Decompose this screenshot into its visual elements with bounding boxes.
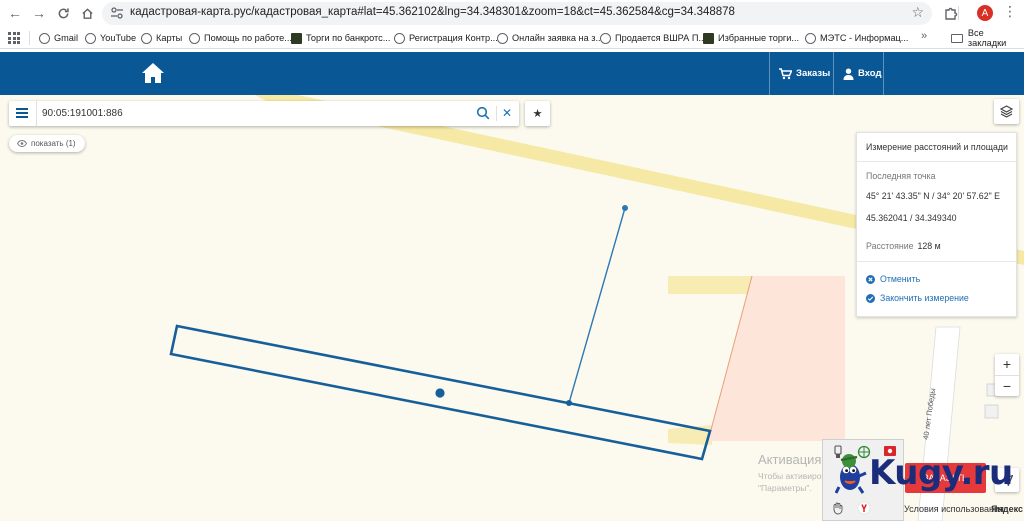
- bookmark-registration[interactable]: Регистрация Контр...: [394, 31, 498, 45]
- zoom-out-button[interactable]: −: [995, 375, 1019, 396]
- globe-icon: [805, 32, 816, 44]
- bookmark-help[interactable]: Помощь по работе...: [189, 31, 292, 45]
- globe-icon: [141, 32, 152, 44]
- bookmark-mets[interactable]: МЭТС - Информац...: [805, 31, 908, 45]
- header-divider: [883, 52, 884, 95]
- torgi-icon: [291, 32, 302, 44]
- bookmarks-divider: [29, 31, 30, 45]
- zoom-in-button[interactable]: +: [995, 354, 1019, 375]
- menu-icon[interactable]: [16, 108, 28, 118]
- measure-panel: Измерение расстояний и площади Последняя…: [856, 132, 1017, 317]
- bookmark-for-sale[interactable]: Продается ВШРА П...: [600, 31, 706, 45]
- site-header: Заказы Вход: [0, 52, 1024, 95]
- address-bar[interactable]: кадастровая-карта.рус/кадастровая_карта#…: [102, 2, 932, 25]
- cancel-measure-button[interactable]: Отменить: [866, 273, 920, 285]
- apps-grid-icon[interactable]: [8, 32, 20, 44]
- browser-menu-icon[interactable]: ⋮: [1003, 3, 1017, 20]
- distance-row: Расстояние 128 м: [866, 241, 941, 251]
- folder-icon: [951, 33, 963, 43]
- last-point-dms: 45° 21' 43.35" N / 34° 20' 57.62" E: [866, 191, 1001, 201]
- forward-icon[interactable]: →: [29, 3, 49, 23]
- user-icon: [843, 68, 854, 80]
- zoom-control: + −: [995, 354, 1019, 396]
- header-divider: [833, 52, 834, 95]
- panel-divider: [857, 261, 1016, 262]
- globe-icon: [39, 32, 50, 44]
- bookmarks-bar: Gmail YouTube Карты Помощь по работе... …: [0, 27, 1024, 49]
- globe-icon: [189, 32, 200, 44]
- browser-toolbar: ← → кадастровая-карта.рус/кадастровая_ка…: [0, 0, 1024, 27]
- last-point-label: Последняя точка: [866, 171, 936, 181]
- bookmark-youtube[interactable]: YouTube: [85, 31, 136, 45]
- layers-icon: [1000, 105, 1013, 118]
- globe-icon: [497, 32, 508, 44]
- measure-end-point[interactable]: [622, 205, 628, 211]
- parcel-marker[interactable]: [435, 388, 445, 398]
- measure-start-point[interactable]: [566, 400, 572, 406]
- building: [984, 404, 999, 419]
- cart-icon: [779, 67, 792, 79]
- clear-search-icon[interactable]: ✕: [500, 105, 514, 121]
- globe-icon: [394, 32, 405, 44]
- yandex-logo[interactable]: Яндекс: [991, 504, 1023, 514]
- url-text: кадастровая-карта.рус/кадастровая_карта#…: [130, 6, 735, 18]
- search-divider: [36, 101, 37, 126]
- terms-of-use-link[interactable]: Условия использования: [904, 504, 1004, 514]
- profile-avatar[interactable]: A: [977, 5, 993, 21]
- login-button[interactable]: Вход: [843, 52, 882, 95]
- bookmark-bankruptcy-auctions[interactable]: Торги по банкротс...: [291, 31, 390, 45]
- home-icon[interactable]: [77, 3, 97, 23]
- neighbor-parcel: [708, 276, 845, 441]
- search-divider: [496, 106, 497, 121]
- hand-icon[interactable]: [831, 501, 845, 515]
- mascot-icon: [835, 454, 867, 494]
- map-view[interactable]: 40 лет Победы ✕ ★ показать (1): [0, 95, 1024, 521]
- reload-icon[interactable]: [53, 3, 73, 23]
- measure-title: Измерение расстояний и площади: [866, 142, 1008, 152]
- finish-measure-button[interactable]: Закончить измерение: [866, 292, 969, 304]
- orders-button[interactable]: Заказы: [779, 52, 830, 95]
- panel-divider: [857, 161, 1016, 162]
- bookmark-star-icon[interactable]: ☆: [911, 4, 924, 21]
- eye-icon: [17, 140, 27, 147]
- yandex-browser-icon[interactable]: [857, 501, 871, 515]
- last-point-decimal: 45.362041 / 34.349340: [866, 213, 957, 223]
- measure-line: [568, 207, 626, 404]
- check-icon: [866, 293, 875, 303]
- toolbar-divider: [958, 6, 959, 20]
- home-icon[interactable]: [141, 62, 165, 84]
- favorites-star-button[interactable]: ★: [525, 101, 550, 126]
- kugy-watermark: Kugy.ru: [835, 451, 1013, 495]
- search-input[interactable]: [42, 104, 462, 123]
- torgi-icon: [703, 32, 714, 44]
- bookmark-online-request[interactable]: Онлайн заявка на з...: [497, 31, 603, 45]
- distance-value: 128 м: [917, 241, 941, 251]
- show-results-button[interactable]: показать (1): [9, 135, 85, 152]
- globe-icon: [85, 32, 96, 44]
- layers-button[interactable]: [994, 99, 1019, 124]
- cancel-icon: [866, 274, 875, 284]
- bookmarks-overflow-button[interactable]: »: [921, 30, 927, 42]
- bookmark-favorite-auctions[interactable]: Избранные торги...: [703, 31, 799, 45]
- header-divider: [769, 52, 770, 95]
- bookmark-maps[interactable]: Карты: [141, 31, 182, 45]
- back-icon[interactable]: ←: [5, 3, 25, 23]
- all-bookmarks-button[interactable]: Все закладки: [951, 28, 1024, 48]
- bookmark-gmail[interactable]: Gmail: [39, 31, 78, 45]
- cadastral-search-box: ✕: [9, 101, 519, 126]
- site-settings-icon[interactable]: [110, 6, 124, 20]
- globe-icon: [600, 32, 611, 44]
- search-icon[interactable]: [476, 106, 490, 120]
